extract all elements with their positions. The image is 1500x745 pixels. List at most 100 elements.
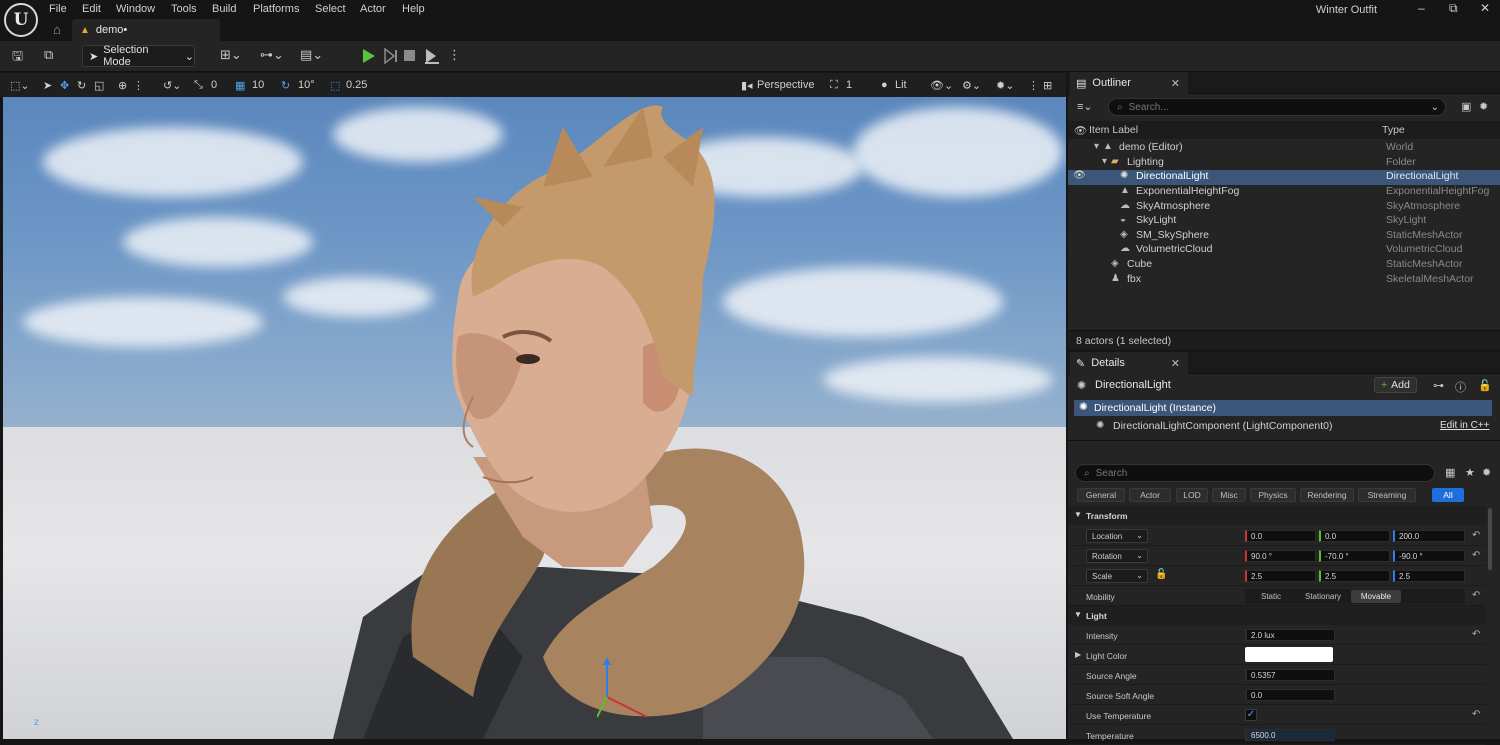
chevron-down-icon[interactable]: ▾ — [1094, 141, 1099, 152]
outliner-search-input[interactable]: ⌕ Search... ⌄ — [1108, 98, 1446, 116]
details-tab[interactable]: ✎ Details ✕ — [1070, 352, 1188, 374]
scale-snap-icon[interactable]: ⬚ — [330, 79, 340, 92]
rotation-snap-icon[interactable]: ↻ — [281, 79, 290, 92]
outliner-row[interactable]: ☁ SkyAtmosphere SkyAtmosphere — [1068, 200, 1500, 215]
restore-button[interactable]: ⧉ — [1449, 1, 1458, 16]
section-light[interactable]: ▼ Light — [1068, 606, 1486, 625]
filter-rendering[interactable]: Rendering — [1300, 488, 1354, 502]
play-icon[interactable] — [362, 48, 376, 64]
translate-snap-icon[interactable]: ⤡ — [194, 79, 203, 92]
close-icon[interactable]: ✕ — [1171, 357, 1180, 370]
help-icon[interactable]: ⓘ — [1455, 379, 1466, 395]
source-soft-angle-field[interactable]: 0.0 — [1245, 689, 1335, 701]
reset-icon[interactable]: ↶ — [1472, 709, 1480, 720]
outliner-row[interactable]: ◈ Cube StaticMeshActor — [1068, 258, 1500, 273]
blueprint-icon[interactable]: ⊶⌄ — [260, 47, 284, 63]
translate-snap-value[interactable]: 0 — [211, 79, 217, 91]
rotation-snap-value[interactable]: 10° — [298, 79, 315, 91]
outliner-row[interactable]: ♟ fbx SkeletalMeshActor — [1068, 273, 1500, 288]
details-scrollbar[interactable] — [1488, 508, 1492, 570]
close-button[interactable]: ✕ — [1480, 1, 1490, 15]
filter-general[interactable]: General — [1077, 488, 1125, 502]
filter-streaming[interactable]: Streaming — [1358, 488, 1416, 502]
light-color-swatch[interactable] — [1245, 647, 1333, 662]
filter-actor[interactable]: Actor — [1129, 488, 1171, 502]
select-tool-icon[interactable]: ➤ — [43, 79, 52, 92]
filter-all[interactable]: All — [1432, 488, 1464, 502]
performance-icon[interactable]: ⚙⌄ — [962, 79, 981, 92]
scale-snap-value[interactable]: 0.25 — [346, 79, 367, 91]
actor-name[interactable]: DirectionalLight — [1095, 379, 1171, 391]
component-label[interactable]: DirectionalLightComponent (LightComponen… — [1113, 420, 1332, 432]
save-icon[interactable]: 🖫 — [12, 47, 23, 69]
mobility-stationary[interactable]: Stationary — [1300, 590, 1346, 603]
section-transform[interactable]: ▼ Transform — [1068, 506, 1486, 525]
reset-icon[interactable]: ↶ — [1472, 530, 1480, 541]
outliner-row[interactable]: ▲ ExponentialHeightFog ExponentialHeight… — [1068, 185, 1500, 200]
reset-icon[interactable]: ↶ — [1472, 590, 1480, 601]
mobility-movable[interactable]: Movable — [1351, 590, 1401, 603]
use-temperature-checkbox[interactable]: ✓ — [1245, 709, 1257, 721]
minimize-button[interactable]: – — [1418, 1, 1425, 15]
filter-lod[interactable]: LOD — [1176, 488, 1208, 502]
filter-physics[interactable]: Physics — [1250, 488, 1296, 502]
stop-icon[interactable] — [404, 49, 416, 63]
temperature-field[interactable]: 6500.0 — [1245, 729, 1335, 741]
scale-y-field[interactable]: 2.5 — [1319, 570, 1390, 582]
surface-snap-icon[interactable]: ↺⌄ — [163, 79, 181, 92]
filter-icon[interactable]: ≡⌄ — [1077, 100, 1093, 113]
location-dropdown[interactable]: Location ⌄ — [1086, 529, 1148, 543]
advance-frame-icon[interactable] — [384, 48, 398, 64]
rotation-x-field[interactable]: 90.0 ° — [1245, 550, 1316, 562]
rotation-y-field[interactable]: -70.0 ° — [1319, 550, 1390, 562]
outliner-row[interactable]: ◒ SkyLight SkyLight — [1068, 214, 1500, 229]
viewport-options-icon[interactable]: ⋮ — [133, 79, 144, 92]
menu-window[interactable]: Window — [116, 3, 155, 15]
more-options-icon[interactable]: ⋮ — [448, 47, 461, 63]
outliner-tab[interactable]: ▤ Outliner ✕ — [1070, 72, 1188, 94]
visibility-icon[interactable]: 👁 — [1074, 124, 1087, 137]
column-type[interactable]: Type — [1382, 124, 1405, 136]
chevron-down-icon[interactable]: ⌄ — [1431, 102, 1439, 113]
close-icon[interactable]: ✕ — [1171, 77, 1180, 90]
location-y-field[interactable]: 0.0 — [1319, 530, 1390, 542]
intensity-field[interactable]: 2.0 lux — [1245, 629, 1335, 641]
outliner-row[interactable]: ◈ SM_SkySphere StaticMeshActor — [1068, 229, 1500, 244]
column-item-label[interactable]: Item Label — [1089, 124, 1138, 136]
layout-icon[interactable]: ⊞ — [1043, 79, 1052, 92]
blueprint-icon[interactable]: ⊶ — [1433, 379, 1444, 392]
cinematics-icon[interactable]: ▤⌄ — [300, 47, 323, 63]
favorites-icon[interactable]: ★ — [1465, 466, 1475, 479]
settings-icon[interactable]: ✹⌄ — [996, 79, 1014, 92]
transform-gizmo[interactable] — [597, 657, 657, 737]
menu-edit[interactable]: Edit — [82, 3, 101, 15]
settings-icon[interactable]: ✹ — [1479, 100, 1488, 113]
reset-icon[interactable]: ↶ — [1472, 629, 1480, 640]
outliner-row-world[interactable]: ▾ ▲ demo (Editor) World — [1068, 141, 1500, 156]
camera-speed-value[interactable]: 1 — [846, 79, 852, 91]
transform-mode-icon[interactable]: ⬚⌄ — [10, 79, 30, 92]
eject-icon[interactable] — [424, 47, 440, 65]
add-component-button[interactable]: + Add — [1374, 377, 1417, 393]
translate-tool-icon[interactable]: ✥ — [60, 79, 69, 92]
menu-build[interactable]: Build — [212, 3, 236, 15]
add-actor-icon[interactable]: ⊞⌄ — [220, 47, 242, 63]
location-x-field[interactable]: 0.0 — [1245, 530, 1316, 542]
menu-help[interactable]: Help — [402, 3, 425, 15]
scale-dropdown[interactable]: Scale ⌄ — [1086, 569, 1148, 583]
level-viewport[interactable]: z — [3, 97, 1066, 739]
unreal-logo[interactable]: U — [4, 3, 38, 37]
grid-snap-icon[interactable]: ▦ — [235, 79, 245, 92]
lock-icon[interactable]: 🔓 — [1478, 379, 1492, 392]
outliner-row-folder[interactable]: ▾ ▰ Lighting Folder — [1068, 156, 1500, 171]
chevron-down-icon[interactable]: ▾ — [1102, 156, 1107, 167]
world-space-icon[interactable]: ⊕ — [118, 79, 127, 92]
camera-speed-icon[interactable]: ⛶ — [830, 79, 838, 92]
details-search-input[interactable]: ⌕ Search — [1075, 464, 1435, 482]
view-mode-dropdown[interactable]: Lit — [895, 79, 907, 91]
source-angle-field[interactable]: 0.5357 — [1245, 669, 1335, 681]
mobility-static[interactable]: Static — [1248, 590, 1294, 603]
show-flags-icon[interactable]: 👁⌄ — [930, 79, 953, 92]
menu-actor[interactable]: Actor — [360, 3, 386, 15]
grid-size-value[interactable]: 10 — [252, 79, 264, 91]
